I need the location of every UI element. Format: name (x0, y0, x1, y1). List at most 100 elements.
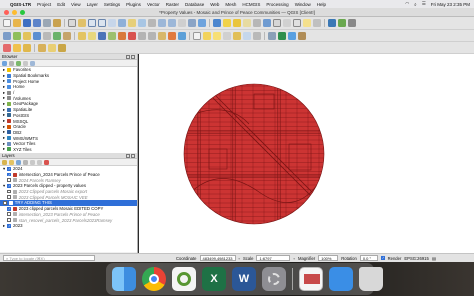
label-show-hide-icon[interactable] (253, 31, 261, 40)
zoom-in-icon[interactable] (88, 19, 96, 27)
zoom-rubber-band-icon[interactable] (108, 19, 116, 27)
layer-visibility-checkbox[interactable]: ✓ (7, 166, 11, 171)
close-panel-button[interactable] (131, 54, 135, 59)
zoom-to-selection-icon[interactable] (128, 19, 136, 27)
chrome-icon[interactable] (142, 267, 166, 291)
menu-processing[interactable]: Processing (266, 2, 288, 7)
coordinate-field[interactable]: 483499,4981233 (199, 255, 236, 261)
copy-features-icon[interactable] (148, 31, 156, 40)
layer-visibility-checkbox[interactable]: ✓ (7, 206, 11, 211)
temporal-controller-icon[interactable] (188, 19, 196, 27)
python-console-icon[interactable] (328, 19, 336, 27)
menubar-clock[interactable]: Fri May 23 2:35 PM (431, 2, 470, 7)
layer-visibility-checkbox[interactable] (7, 189, 11, 194)
add-point-icon[interactable] (13, 43, 21, 52)
close-window-button[interactable] (4, 10, 9, 15)
preview-icon[interactable] (299, 267, 323, 291)
merge-features-icon[interactable] (48, 43, 56, 52)
expand-icon[interactable]: ▸ (3, 223, 5, 229)
layer-visibility-checkbox[interactable]: ✓ (7, 172, 11, 177)
plugin-icon[interactable] (348, 19, 356, 27)
zoom-next-icon[interactable] (168, 19, 176, 27)
label-pin-icon[interactable] (203, 31, 211, 40)
enable-properties-icon[interactable] (30, 60, 35, 66)
web-icon[interactable] (288, 31, 296, 40)
statistics-icon[interactable] (263, 19, 271, 27)
zoom-out-icon[interactable] (98, 19, 106, 27)
render-checkbox[interactable]: ✓ (380, 256, 385, 260)
expand-all-icon[interactable] (30, 159, 35, 165)
paste-features-icon[interactable] (158, 31, 166, 40)
layout-manager-icon[interactable] (53, 19, 61, 27)
zoom-to-layer-icon[interactable] (138, 19, 146, 27)
expand-icon[interactable]: ▾ (3, 166, 5, 172)
current-edits-icon[interactable] (78, 31, 86, 40)
annotation-icon[interactable] (313, 19, 321, 27)
search-icon[interactable]: ⌕ (414, 2, 417, 7)
map-canvas[interactable] (139, 54, 474, 253)
delete-selected-icon[interactable] (128, 31, 136, 40)
print-layout-icon[interactable] (43, 19, 51, 27)
data-source-manager-icon[interactable] (3, 31, 11, 40)
menu-web[interactable]: Web (210, 2, 219, 7)
new-virtual-layer-icon[interactable] (43, 31, 51, 40)
messages-icon[interactable]: ▤ (432, 256, 436, 261)
refresh-icon[interactable] (198, 19, 206, 27)
expand-icon[interactable]: ▸ (3, 147, 5, 153)
add-selected-layers-icon[interactable] (16, 60, 21, 66)
layer-visibility-checkbox[interactable] (7, 212, 11, 217)
label-move-icon[interactable] (233, 31, 241, 40)
new-project-icon[interactable] (3, 19, 11, 27)
close-panel-button[interactable] (131, 153, 135, 158)
lock-scale-icon[interactable]: ▫ (293, 256, 295, 261)
float-panel-button[interactable] (126, 54, 130, 59)
toggle-editing-icon[interactable] (88, 31, 96, 40)
select-features-icon[interactable] (223, 19, 231, 27)
zoom-native-icon[interactable] (148, 19, 156, 27)
qgis-icon[interactable] (172, 267, 196, 291)
label-change-icon[interactable] (243, 31, 251, 40)
scale-combobox[interactable]: 1:6797 (256, 255, 291, 261)
split-features-icon[interactable] (38, 43, 46, 52)
expand-icon[interactable]: ▾ (3, 183, 5, 189)
minimize-window-button[interactable] (12, 10, 17, 15)
menu-project[interactable]: Project (37, 2, 51, 7)
layer-visibility-checkbox[interactable]: ✓ (7, 223, 11, 228)
menu-database[interactable]: Database (185, 2, 204, 7)
zoom-window-button[interactable] (20, 10, 25, 15)
wifi-icon[interactable]: ◠ (405, 1, 409, 7)
menu-app-name[interactable]: QGIS-LTR (10, 2, 31, 7)
label-highlight-icon[interactable] (213, 31, 221, 40)
rotation-spinbox[interactable]: 0.0 ° (359, 255, 378, 261)
measure-icon[interactable] (293, 19, 301, 27)
plugin-icon[interactable] (338, 19, 346, 27)
menu-edit[interactable]: Edit (57, 2, 65, 7)
layer-visibility-checkbox[interactable] (7, 195, 11, 200)
redo-icon[interactable] (178, 31, 186, 40)
collapse-all-icon[interactable] (23, 60, 28, 66)
browser-item-xyz-tiles[interactable]: ▸ XYZ Tiles (0, 147, 137, 153)
folder-icon[interactable] (329, 267, 353, 291)
menu-plugins[interactable]: Plugins (126, 2, 141, 7)
digitize-icon[interactable] (108, 31, 116, 40)
add-vector-layer-icon[interactable] (53, 31, 61, 40)
pan-to-selection-icon[interactable] (78, 19, 86, 27)
new-map-view-icon[interactable] (178, 19, 186, 27)
lock-icon[interactable]: ▫ (239, 256, 241, 261)
menu-help[interactable]: Help (317, 2, 326, 7)
remove-layer-icon[interactable] (44, 159, 49, 165)
zoom-full-icon[interactable] (118, 19, 126, 27)
add-group-icon[interactable] (9, 159, 14, 165)
snapping-icon[interactable] (3, 43, 11, 52)
menu-mesh[interactable]: Mesh (225, 2, 236, 7)
magnifier-spinbox[interactable]: 100% (318, 255, 339, 261)
map-tips-icon[interactable] (303, 19, 311, 27)
pan-map-icon[interactable] (68, 19, 76, 27)
menu-layer[interactable]: Layer (87, 2, 98, 7)
attribute-table-icon[interactable] (273, 19, 281, 27)
menu-vector[interactable]: Vector (147, 2, 160, 7)
label-tool-icon[interactable] (193, 31, 201, 40)
open-project-icon[interactable] (13, 19, 21, 27)
select-by-value-icon[interactable] (233, 19, 241, 27)
save-project-icon[interactable] (23, 19, 31, 27)
